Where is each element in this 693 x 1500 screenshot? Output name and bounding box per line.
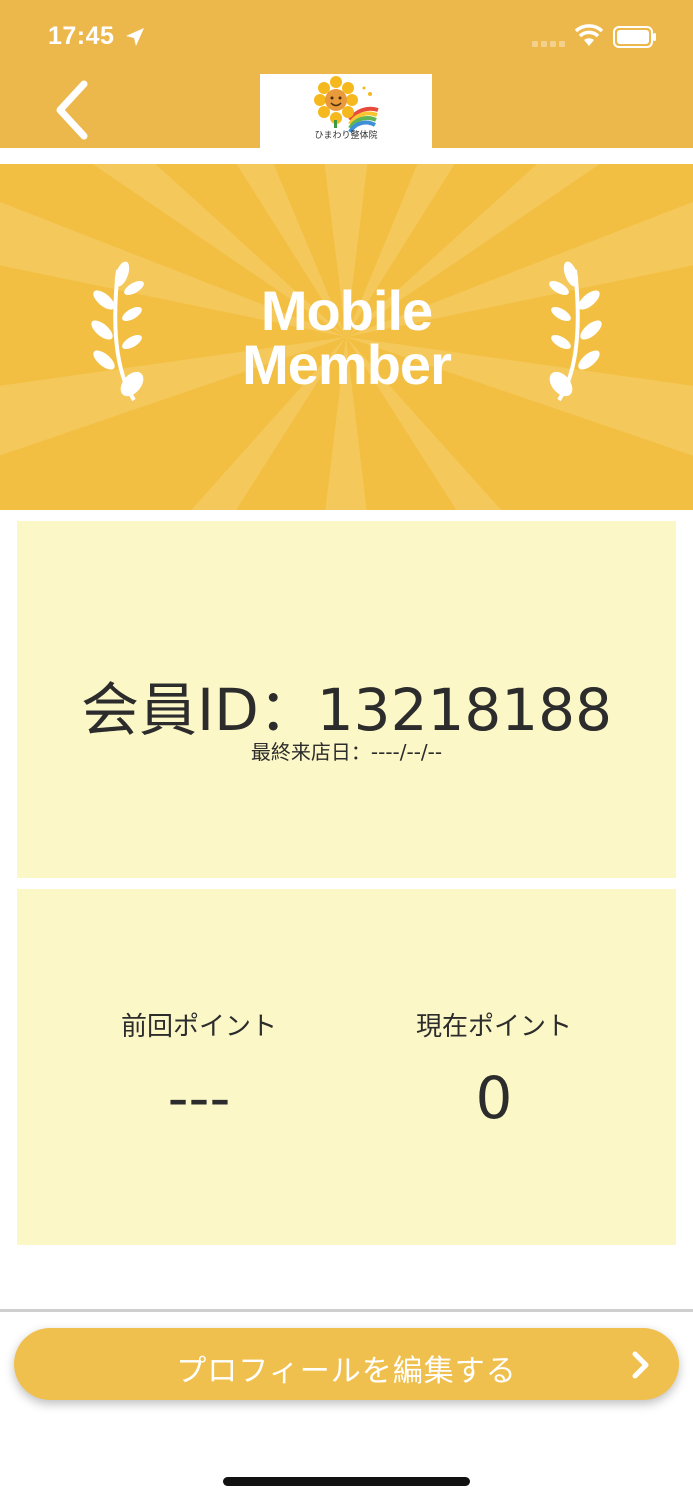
home-indicator[interactable] [223, 1477, 470, 1486]
edit-profile-label: プロフィールを編集する [176, 1354, 517, 1389]
previous-points-label: 前回ポイント [120, 1012, 277, 1042]
back-chevron-icon[interactable] [50, 78, 94, 142]
member-id-card: 会員ID：13218188 最終来店日：----/--/-- [17, 521, 676, 878]
member-id: 会員ID：13218188 [81, 676, 612, 744]
wifi-icon [574, 24, 604, 46]
battery-icon [613, 26, 656, 48]
edit-profile-button[interactable]: プロフィールを編集する [14, 1328, 679, 1400]
current-points-value: 0 [475, 1064, 513, 1132]
clinic-logo: ひまわり整体院 [260, 74, 432, 148]
bottom-divider [0, 1309, 693, 1312]
current-points-label: 現在ポイント [415, 1012, 572, 1042]
header-separator [0, 148, 693, 164]
status-time: 17:45 [48, 22, 115, 50]
points-card: 前回ポイント --- 現在ポイント 0 [17, 889, 676, 1245]
clinic-name: ひまわり整体院 [314, 131, 378, 141]
banner-title-line1: Mobile [260, 279, 433, 342]
previous-points-value: --- [167, 1064, 231, 1132]
navigation-bar: 17:45 ひまわり整体院 [0, 0, 693, 148]
chevron-right-icon [632, 1351, 649, 1379]
mobile-member-banner: Mobile Member [0, 164, 693, 510]
location-arrow-icon [126, 28, 144, 46]
last-visit-date: 最終来店日：----/--/-- [250, 740, 443, 764]
signal-icon [532, 41, 565, 47]
banner-title-line2: Member [242, 333, 452, 396]
